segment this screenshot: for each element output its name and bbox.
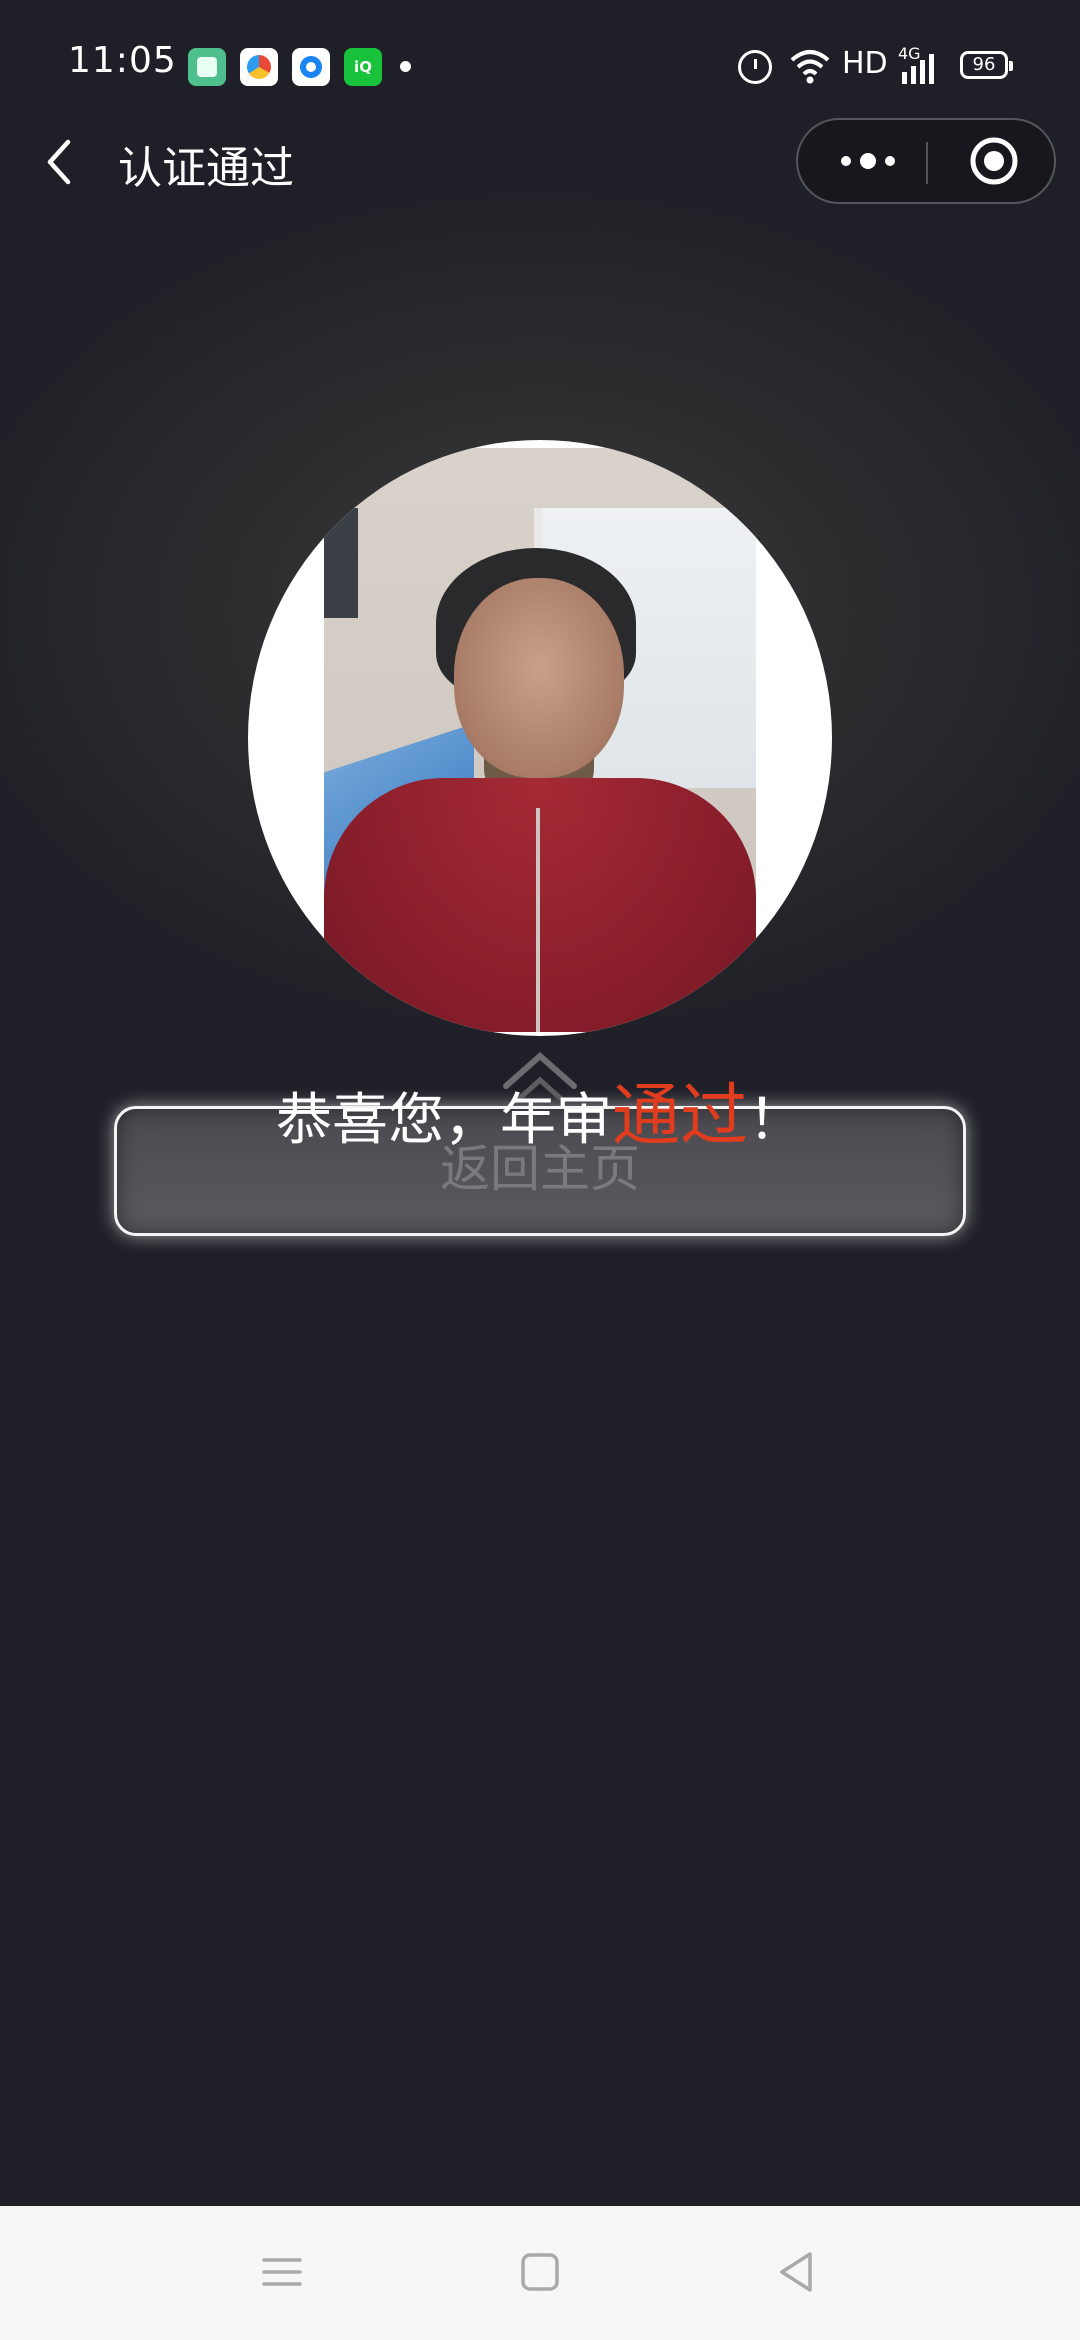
system-nav-bar <box>0 2206 1080 2340</box>
photo-zipper <box>536 808 540 1032</box>
battery-icon: 96 <box>960 51 1013 79</box>
status-time: 11:05 <box>68 40 177 81</box>
close-target-button[interactable] <box>938 120 1048 202</box>
photo-tv <box>324 508 358 618</box>
notification-dot-icon <box>400 61 411 72</box>
alarm-icon <box>738 50 772 84</box>
chrome-like-icon <box>240 48 278 86</box>
more-menu-button[interactable] <box>818 120 918 202</box>
home-button[interactable] <box>510 2242 570 2302</box>
result-message-prefix: 恭喜您，年审 <box>275 1088 612 1153</box>
back-button[interactable] <box>38 134 88 190</box>
result-message-highlight: 通过 <box>611 1077 748 1156</box>
result-message-suffix: ！ <box>748 1088 804 1153</box>
menu-button[interactable] <box>252 2242 312 2302</box>
status-bar: 11:05 iQ HD 4G 96 <box>0 0 1080 130</box>
photo-face <box>454 578 624 778</box>
result-message: 恭喜您，年审通过！ <box>0 1060 1080 1159</box>
blue-circle-app-icon <box>292 48 330 86</box>
photo-jacket <box>324 778 756 1032</box>
page-title: 认证通过 <box>118 143 294 194</box>
green-app-icon <box>188 48 226 86</box>
screen: 11:05 iQ HD 4G 96 认证通过 返回主页 恭喜您，年审通过！ <box>0 0 1080 2340</box>
capsule-divider <box>926 142 928 184</box>
iqiyi-icon: iQ <box>344 48 382 86</box>
back-nav-button[interactable] <box>766 2242 826 2302</box>
mini-program-capsule <box>796 118 1056 204</box>
wifi-icon <box>790 50 830 84</box>
signal-icon <box>902 54 934 84</box>
face-photo-frame <box>248 440 832 1036</box>
network-label: HD <box>842 46 888 81</box>
face-photo <box>324 448 756 1032</box>
